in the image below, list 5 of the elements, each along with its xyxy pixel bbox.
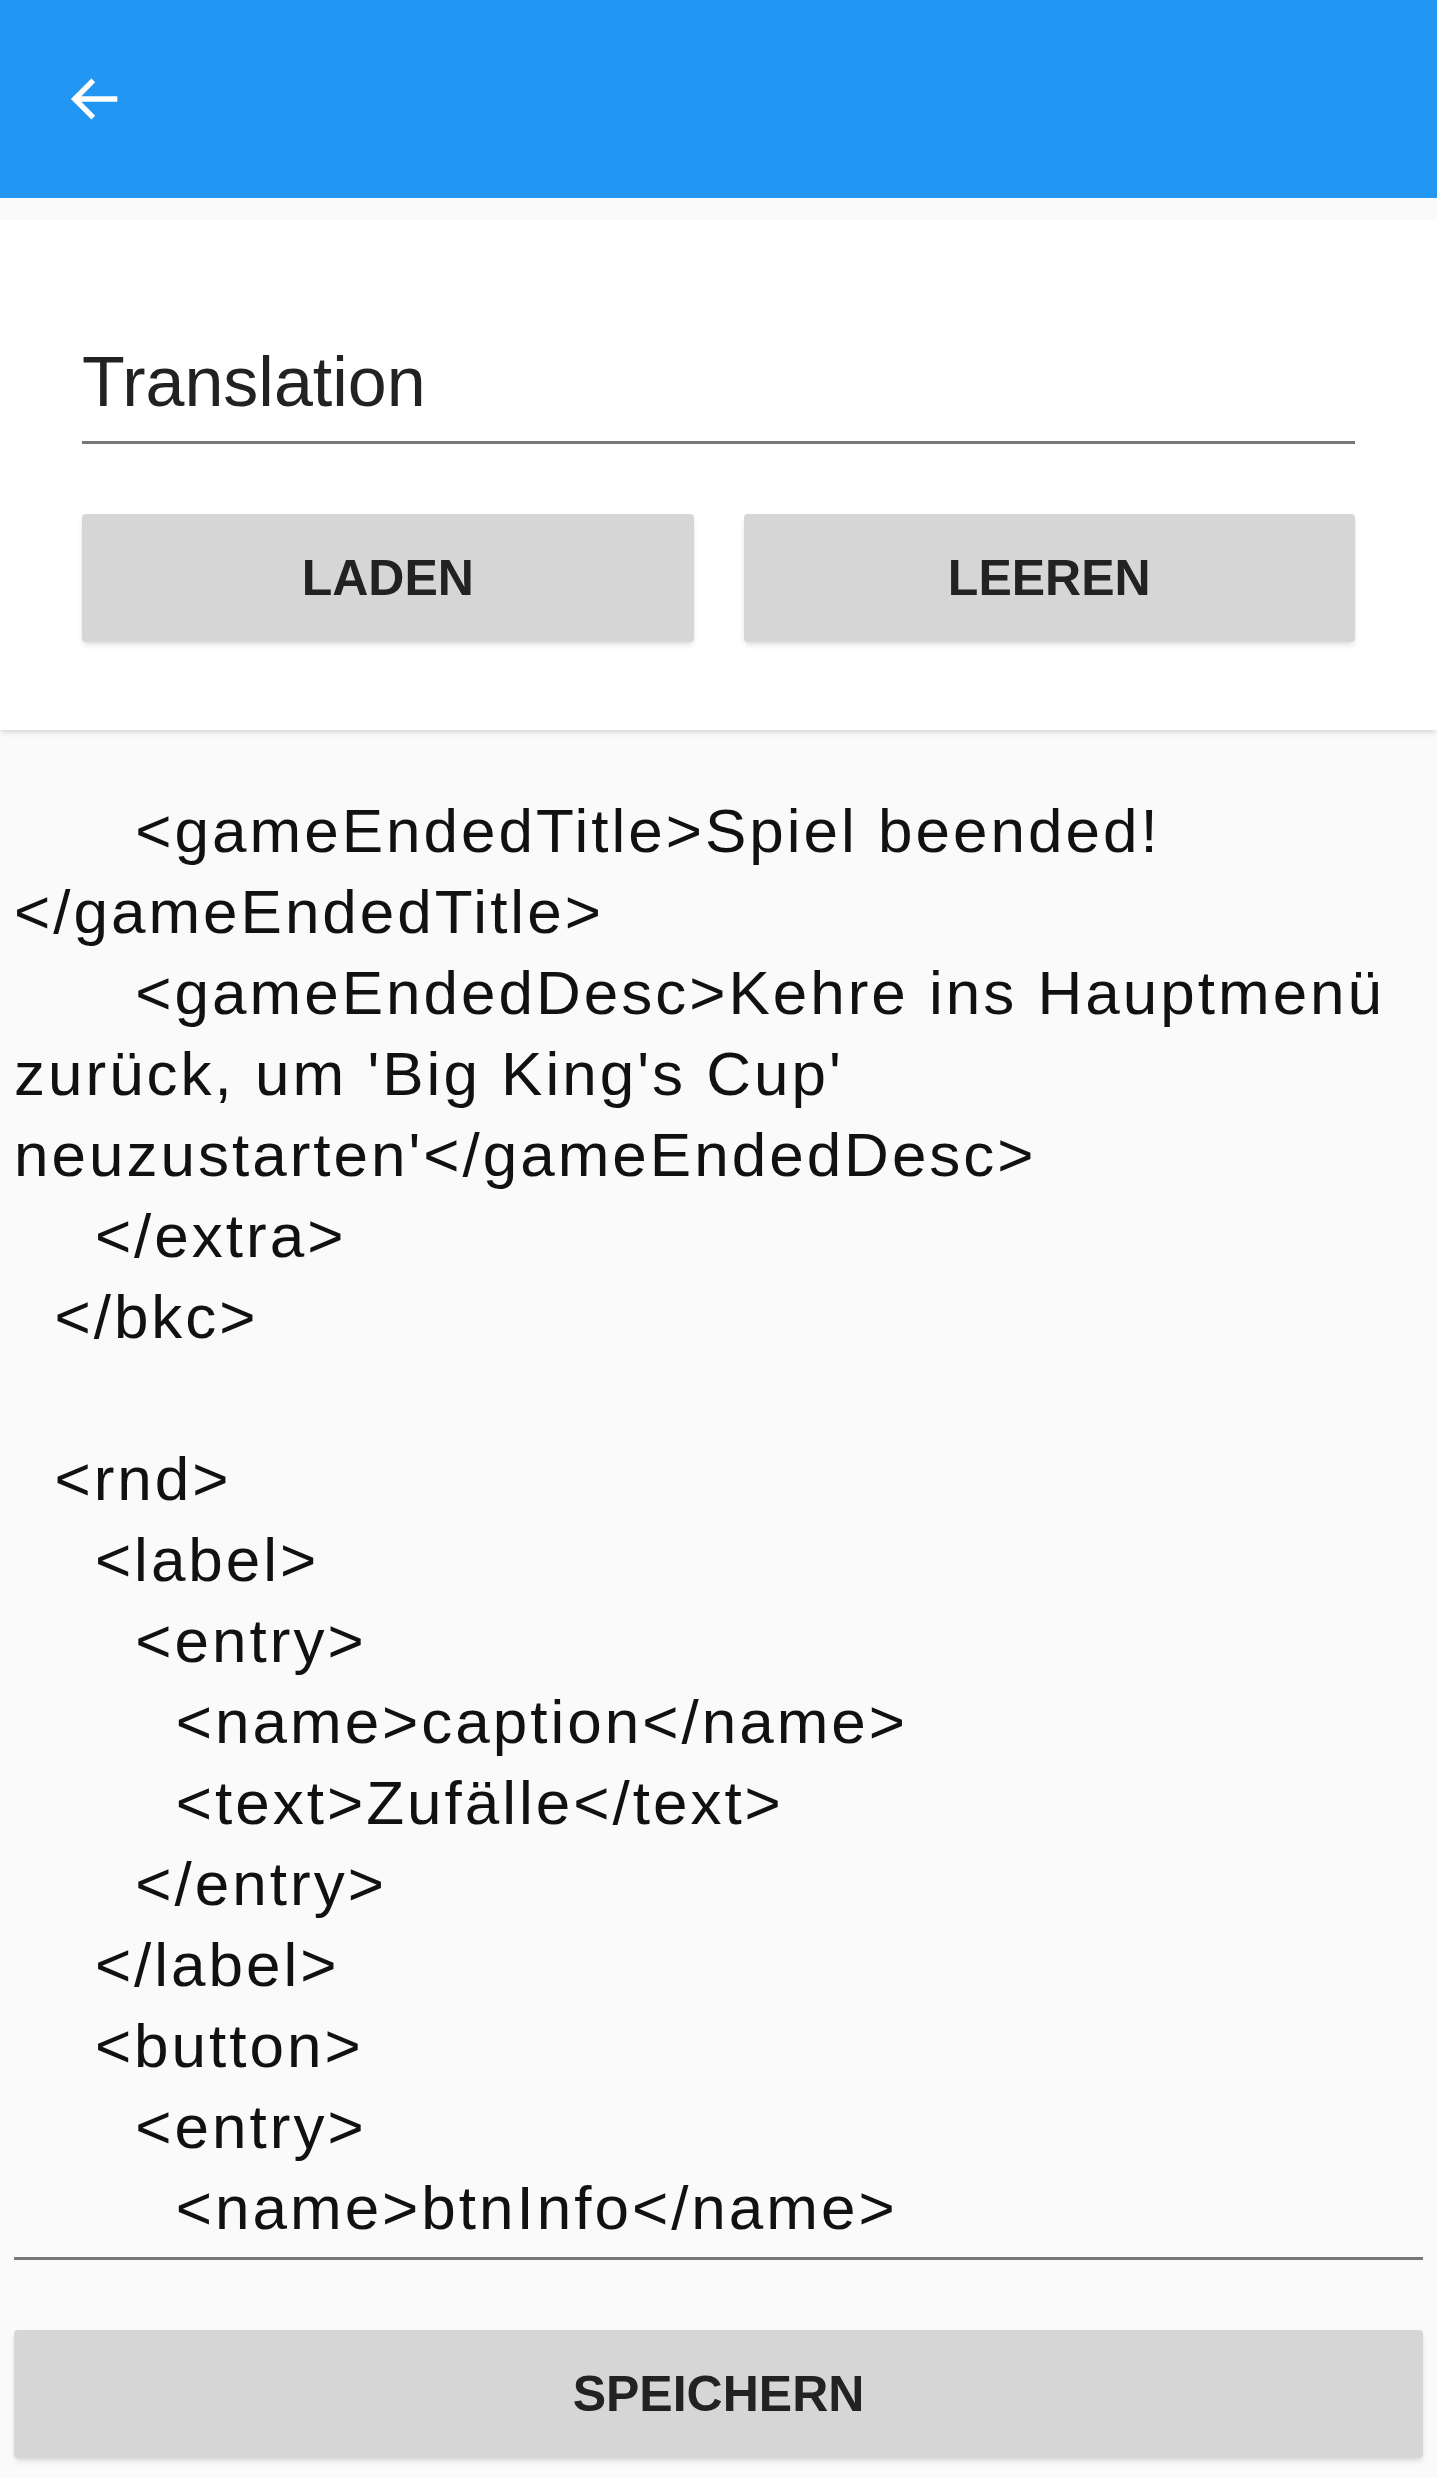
text-area[interactable]: <gameEndedTitle>Spiel beended!</gameEndedTitle> <gameEndedDesc>Kehre ins Hauptmenü zurück, um 'Big King's Cup' neuzustarten'</gameEndedDesc> </extra> </bkc> <rnd> <label> <entry> <name>caption</name> <text>Zufälle</text> </entry> </label> <button> <entry> <name>btnInfo</name>: [14, 790, 1423, 2260]
save-button[interactable]: SPEICHERN: [14, 2330, 1423, 2458]
action-button[interactable]: LEEREN: [743, 514, 1355, 642]
action-button[interactable]: LADEN: [82, 514, 694, 642]
input-field[interactable]: Translation: [82, 330, 1355, 444]
